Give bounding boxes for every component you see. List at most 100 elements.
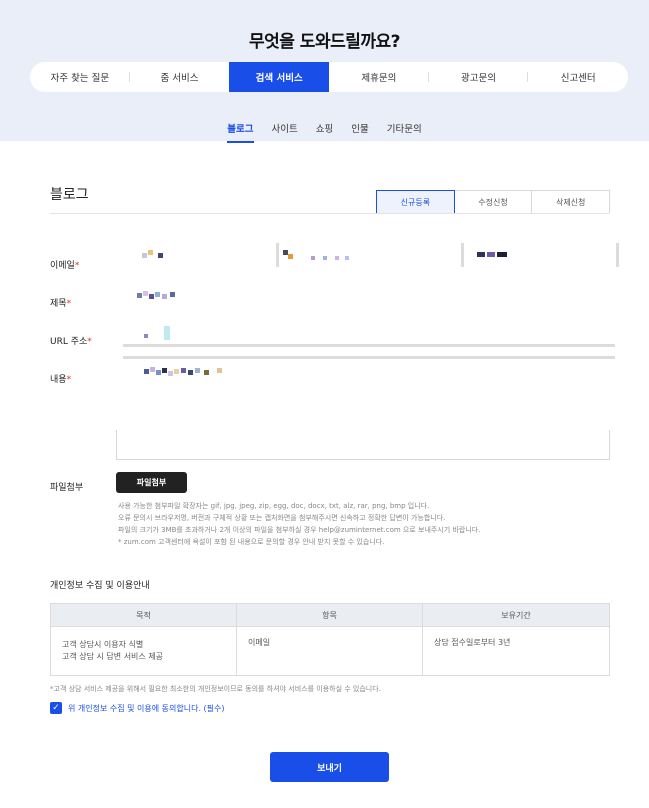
- redacted-pixel: [144, 369, 149, 374]
- redacted-pixel: [288, 254, 293, 259]
- redacted-pixel: [137, 293, 142, 298]
- tab-label: 제휴문의: [361, 73, 397, 84]
- redacted-pixel: [204, 370, 209, 375]
- tab-label: 줌 서비스: [160, 73, 199, 84]
- redacted-pixel: [477, 252, 485, 257]
- privacy-footnote: *고객 상담 서비스 제공을 위해서 필요한 최소한의 개인정보이므로 동의를 …: [50, 685, 381, 693]
- file-note: 파일의 크기가 3MB를 초과하거나 2개 이상의 파일을 첨부하실 경우 he…: [118, 526, 481, 534]
- redacted-pixel: [149, 294, 154, 299]
- redacted-pixel: [181, 368, 186, 373]
- sub-tabs: 블로그 사이트 쇼핑 인물 기타문의: [0, 121, 649, 143]
- tab-zum-service[interactable]: 줌 서비스: [130, 62, 230, 92]
- tab-partnership[interactable]: 제휴문의: [329, 62, 429, 92]
- subtab-person[interactable]: 인물: [351, 121, 368, 143]
- required-mark: *: [66, 375, 72, 385]
- email-label-text: 이메일: [50, 261, 75, 271]
- redacted-pixel: [143, 291, 148, 296]
- subject-input[interactable]: [135, 291, 610, 305]
- redacted-pixel: [195, 368, 200, 373]
- table-header: 목적: [50, 603, 237, 627]
- send-button[interactable]: 보내기: [270, 752, 389, 782]
- tab-report-center[interactable]: 신고센터: [528, 62, 628, 92]
- content-textarea-border: [116, 430, 610, 460]
- file-note: 사용 가능한 첨부파일 확장자는 gif, jpg, jpeg, zip, eg…: [118, 502, 430, 510]
- url-label-text: URL 주소: [50, 337, 88, 347]
- redacted-pixel: [164, 326, 170, 340]
- privacy-agree-checkbox[interactable]: ✓ 위 개인정보 수집 및 이용에 동의합니다. (필수): [50, 702, 225, 714]
- redacted-pixel: [156, 370, 161, 375]
- subject-label: 제목*: [50, 296, 71, 309]
- required-mark: *: [66, 299, 72, 309]
- redacted-pixel: [174, 369, 179, 374]
- subtab-site[interactable]: 사이트: [272, 121, 298, 143]
- tab-ad-inquiry[interactable]: 광고문의: [429, 62, 529, 92]
- purpose-line: 고객 상담시 이용자 식별: [62, 640, 144, 649]
- redacted-pixel: [155, 292, 160, 297]
- privacy-title: 개인정보 수집 및 이용안내: [50, 581, 150, 591]
- subtab-shopping[interactable]: 쇼핑: [316, 121, 333, 143]
- page-title: 무엇을 도와드릴까요?: [248, 32, 401, 52]
- section-title: 블로그: [50, 187, 89, 203]
- period-cell: 상담 접수일로부터 3년: [422, 626, 610, 676]
- email-domain-field[interactable]: [283, 250, 453, 266]
- table-header-row: 목적 항목 보유기간: [50, 603, 610, 627]
- check-icon: ✓: [50, 702, 62, 714]
- request-type-tabs: 신규등록 수정신청 삭제신청: [376, 190, 611, 214]
- subtab-blog[interactable]: 블로그: [227, 121, 254, 143]
- tab-faq[interactable]: 자주 찾는 질문: [30, 62, 130, 92]
- redacted-pixel: [487, 252, 495, 257]
- email-id-field[interactable]: [138, 250, 273, 264]
- redacted-pixel: [217, 368, 222, 373]
- email-domain-select[interactable]: [475, 250, 610, 264]
- content-label: 내용*: [50, 372, 71, 385]
- redacted-pixel: [144, 334, 148, 338]
- tab-search-service[interactable]: 검색 서비스: [229, 62, 330, 92]
- table-header: 보유기간: [422, 603, 610, 627]
- file-label: 파일첨부: [50, 483, 84, 493]
- request-edit-tab[interactable]: 수정신청: [454, 190, 533, 214]
- request-new-tab[interactable]: 신규등록: [376, 190, 455, 214]
- table-header: 항목: [236, 603, 423, 627]
- file-note: 오류 문의시 브라우저명, 버전과 구체적 상황 또는 캡처화면을 첨부해주시면…: [118, 514, 446, 522]
- url-field-border: [123, 356, 615, 359]
- email-label: 이메일*: [50, 258, 79, 271]
- redacted-pixel: [335, 256, 339, 260]
- field-divider: [461, 243, 464, 267]
- redacted-pixel: [142, 253, 147, 258]
- file-notes: 사용 가능한 첨부파일 확장자는 gif, jpg, jpeg, zip, eg…: [118, 500, 618, 548]
- required-mark: *: [74, 261, 80, 271]
- table-row: 고객 상담시 이용자 식별 고객 상담 시 답변 서비스 제공 이메일 상담 접…: [50, 626, 610, 676]
- url-label: URL 주소*: [50, 334, 92, 347]
- url-input[interactable]: [140, 326, 610, 342]
- section-divider: [50, 213, 610, 214]
- purpose-line: 고객 상담 시 답변 서비스 제공: [62, 652, 164, 661]
- file-note: * zum.com 고객센터에 욕설이 포함 된 내용으로 문의할 경우 안내 …: [118, 538, 385, 546]
- tab-label: 자주 찾는 질문: [50, 73, 110, 84]
- field-divider: [276, 243, 279, 267]
- redacted-pixel: [150, 367, 155, 372]
- agree-label: 위 개인정보 수집 및 이용에 동의합니다. (필수): [68, 703, 225, 713]
- tab-label: 검색 서비스: [255, 73, 303, 84]
- redacted-pixel: [170, 292, 175, 297]
- header-hero: 무엇을 도와드릴까요? 자주 찾는 질문 줌 서비스 검색 서비스 제휴문의 광…: [0, 0, 649, 143]
- redacted-pixel: [345, 256, 349, 260]
- redacted-pixel: [168, 371, 173, 376]
- redacted-pixel: [497, 252, 507, 257]
- request-delete-tab[interactable]: 삭제신청: [532, 190, 611, 214]
- redacted-pixel: [311, 256, 315, 260]
- item-cell: 이메일: [236, 626, 423, 676]
- main-tabs: 자주 찾는 질문 줌 서비스 검색 서비스 제휴문의 광고문의 신고센터: [30, 62, 628, 92]
- redacted-pixel: [162, 368, 167, 373]
- redacted-pixel: [323, 256, 327, 260]
- file-attach-button[interactable]: 파일첨부: [116, 472, 187, 493]
- purpose-cell: 고객 상담시 이용자 식별 고객 상담 시 답변 서비스 제공: [50, 626, 237, 676]
- subtab-other[interactable]: 기타문의: [387, 121, 422, 143]
- subject-label-text: 제목: [50, 299, 67, 309]
- redacted-pixel: [158, 253, 163, 258]
- content-label-text: 내용: [50, 375, 67, 385]
- required-mark: *: [87, 337, 92, 347]
- url-field-border: [123, 344, 615, 347]
- content-textarea[interactable]: [140, 367, 610, 429]
- redacted-pixel: [188, 370, 193, 375]
- redacted-pixel: [148, 250, 153, 255]
